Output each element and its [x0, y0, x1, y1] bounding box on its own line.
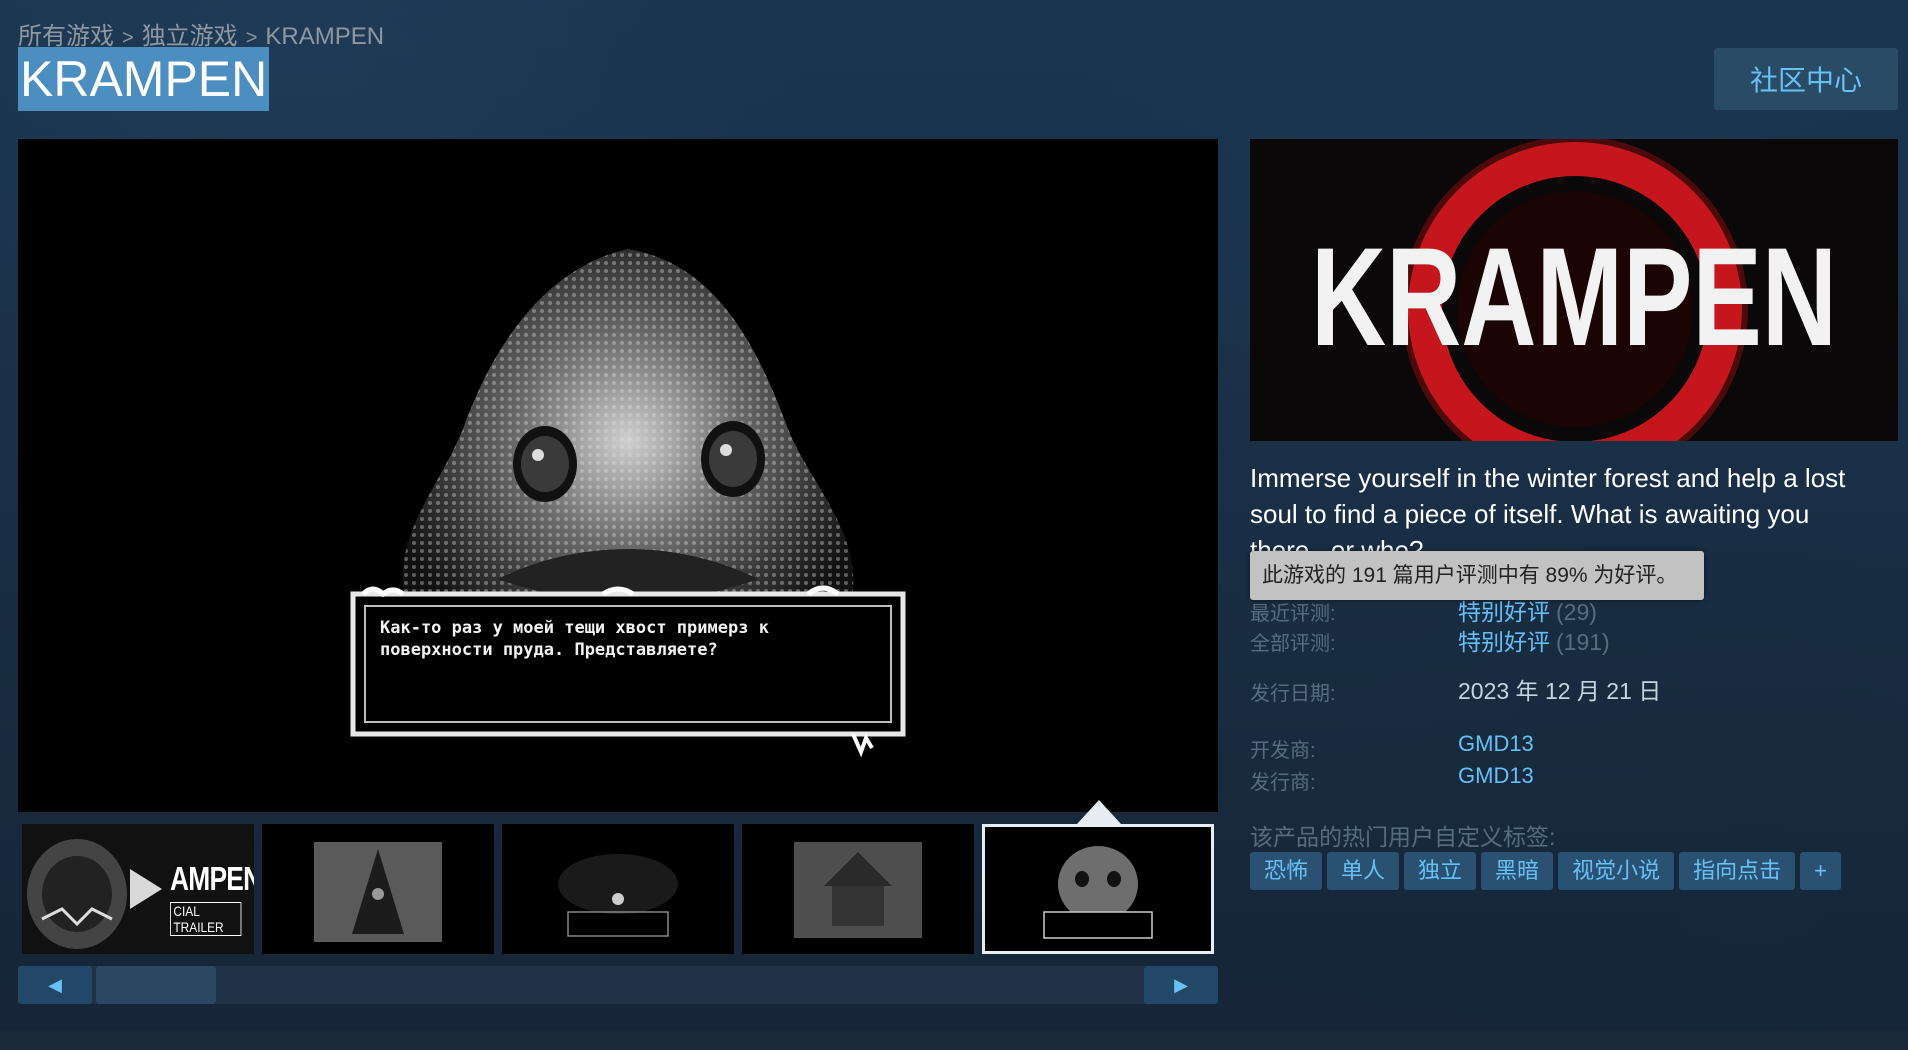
release-date-label: 发行日期: [1250, 683, 1336, 705]
tags-header: 该产品的热门用户自定义标签: [1250, 824, 1556, 850]
developer-label: 开发商: [1250, 740, 1316, 762]
thumbnail-screenshot-2[interactable] [502, 824, 734, 954]
krampen-logo-image: KRAMPEN [1250, 139, 1898, 441]
community-hub-button[interactable]: 社区中心 [1714, 48, 1898, 110]
thumbnail-trailer[interactable]: AMPEN CIAL TRAILER [22, 824, 254, 954]
thumbnail-screenshot-1[interactable] [262, 824, 494, 954]
review-tooltip: 此游戏的 191 篇用户评测中有 89% 为好评。 [1250, 551, 1704, 600]
breadcrumb: 所有游戏 > 独立游戏 > KRAMPEN [18, 16, 384, 51]
recent-reviews-count: (29) [1556, 599, 1597, 625]
tag-dark[interactable]: 黑暗 [1481, 852, 1554, 890]
breadcrumb-all-games[interactable]: 所有游戏 [18, 23, 114, 50]
breadcrumb-separator: > [245, 27, 258, 49]
scroll-left-button[interactable]: ◀ [18, 966, 92, 1004]
developer-link[interactable]: GMD13 [1458, 731, 1534, 757]
tag-horror[interactable]: 恐怖 [1250, 852, 1323, 890]
publisher-link[interactable]: GMD13 [1458, 763, 1534, 789]
capsule-logo-text: KRAMPEN [1311, 218, 1837, 375]
game-capsule-image: KRAMPEN [1250, 139, 1898, 441]
page-title: KRAMPEN [18, 47, 270, 111]
all-reviews: 特别好评 (191) [1458, 623, 1610, 657]
breadcrumb-current-game[interactable]: KRAMPEN [265, 23, 384, 50]
media-divider [18, 812, 1218, 816]
all-reviews-summary[interactable]: 特别好评 [1458, 629, 1550, 655]
recent-reviews-summary[interactable]: 特别好评 [1458, 599, 1550, 625]
screenshot-1-image [262, 824, 494, 954]
selected-thumbnail-caret-icon [1077, 800, 1121, 824]
scroll-thumb[interactable] [96, 966, 216, 1004]
all-reviews-count: (191) [1556, 629, 1610, 655]
recent-reviews-label: 最近评测: [1250, 603, 1336, 625]
thumbnail-strip: AMPEN CIAL TRAILER [18, 824, 1218, 956]
arrow-left-icon: ◀ [48, 974, 62, 995]
screenshot-3-image [742, 824, 974, 954]
trailer-title-overlay: AMPEN [170, 860, 254, 897]
release-date: 2023 年 12 月 21 日 [1458, 678, 1662, 704]
breadcrumb-separator: > [122, 27, 134, 49]
add-tag-button[interactable]: + [1800, 852, 1841, 890]
bottom-bar [0, 1030, 1908, 1050]
tag-visual-novel[interactable]: 视觉小说 [1558, 852, 1675, 890]
main-screenshot[interactable]: Как-то раз у моей тещи хвост примерз к п… [18, 139, 1218, 812]
tag-point-and-click[interactable]: 指向点击 [1679, 852, 1796, 890]
dialogue-text: Как-то раз у моей тещи хвост примерз к п… [380, 618, 769, 660]
all-reviews-label: 全部评测: [1250, 633, 1336, 655]
thumbnail-screenshot-3[interactable] [742, 824, 974, 954]
trailer-subtitle-overlay: CIAL TRAILER [170, 902, 242, 936]
tag-indie[interactable]: 独立 [1404, 852, 1477, 890]
thumbnail-scroller: ◀ ▶ [18, 966, 1218, 1004]
arrow-right-icon: ▶ [1174, 974, 1188, 995]
publisher-label: 发行商: [1250, 772, 1316, 794]
user-tags: 恐怖 单人 独立 黑暗 视觉小说 指向点击 + [1250, 852, 1841, 890]
thumbnail-screenshot-4[interactable] [982, 824, 1214, 954]
screenshot-4-image [985, 827, 1211, 951]
scroll-right-button[interactable]: ▶ [1144, 966, 1218, 1004]
screenshot-2-image [502, 824, 734, 954]
tag-singleplayer[interactable]: 单人 [1327, 852, 1400, 890]
breadcrumb-indie-games[interactable]: 独立游戏 [142, 23, 238, 50]
fish-creature-image: Как-то раз у моей тещи хвост примерз к п… [350, 249, 906, 758]
